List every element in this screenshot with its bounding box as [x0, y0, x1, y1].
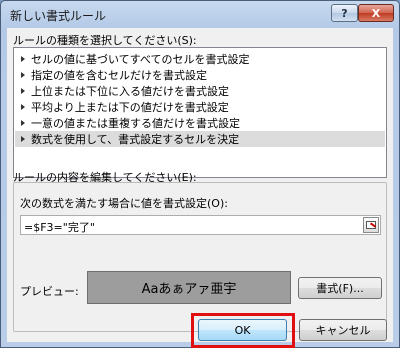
rule-type-item-unique-duplicate[interactable]: 一意の値または重複する値だけを書式設定: [15, 115, 385, 131]
list-item-label: 指定の値を含むセルだけを書式設定: [31, 69, 207, 82]
format-preview: Aaあぁアァ亜宇: [87, 271, 291, 304]
rule-type-label: ルールの種類を選択してください(S):: [13, 34, 197, 47]
rule-type-item-above-below-average[interactable]: 平均より上または下の値だけを書式設定: [15, 99, 385, 115]
rule-type-list[interactable]: セルの値に基づいてすべてのセルを書式設定 指定の値を含むセルだけを書式設定 上位…: [13, 47, 387, 178]
title-bar[interactable]: 新しい書式ルール ? X: [1, 1, 399, 27]
help-icon: ?: [341, 6, 348, 20]
bullet-icon: [21, 136, 25, 142]
rule-edit-group: 次の数式を満たす場合に値を書式設定(O): =$F3="完了" プレビュー: A…: [13, 182, 387, 332]
format-button[interactable]: 書式(F)...: [298, 277, 382, 299]
close-icon: X: [371, 6, 381, 20]
range-select-button[interactable]: [363, 217, 379, 233]
bullet-icon: [21, 72, 25, 78]
rule-type-item-top-bottom[interactable]: 上位または下位に入る値だけを書式設定: [15, 83, 385, 99]
bullet-icon: [21, 88, 25, 94]
ok-button[interactable]: OK: [198, 319, 287, 341]
list-item-label: 平均より上または下の値だけを書式設定: [31, 101, 229, 114]
rule-type-item-cell-value[interactable]: セルの値に基づいてすべてのセルを書式設定: [15, 51, 385, 67]
dialog-title: 新しい書式ルール: [10, 9, 107, 23]
formula-value: =$F3="完了": [24, 221, 95, 234]
rule-type-item-use-formula[interactable]: 数式を使用して、書式設定するセルを決定: [15, 131, 385, 147]
new-format-rule-dialog: 新しい書式ルール ? X ルールの種類を選択してください(S): セルの値に基づ…: [0, 0, 400, 348]
help-button[interactable]: ?: [331, 4, 358, 22]
preview-sample-text: Aaあぁアァ亜宇: [141, 282, 237, 297]
list-item-label: 数式を使用して、書式設定するセルを決定: [31, 133, 240, 146]
list-item-label: 上位または下位に入る値だけを書式設定: [31, 85, 229, 98]
list-item-label: 一意の値または重複する値だけを書式設定: [31, 117, 240, 130]
bullet-icon: [21, 56, 25, 62]
format-button-label: 書式(F)...: [316, 282, 364, 295]
cancel-button[interactable]: キャンセル: [299, 319, 387, 341]
formula-label: 次の数式を満たす場合に値を書式設定(O):: [20, 197, 228, 210]
dialog-body: ルールの種類を選択してください(S): セルの値に基づいてすべてのセルを書式設定…: [7, 28, 393, 348]
bullet-icon: [21, 104, 25, 110]
ok-button-label: OK: [234, 323, 251, 337]
bullet-icon: [21, 120, 25, 126]
list-item-label: セルの値に基づいてすべてのセルを書式設定: [31, 53, 250, 66]
cancel-button-label: キャンセル: [315, 324, 371, 337]
formula-input[interactable]: =$F3="完了": [20, 215, 381, 235]
rule-type-item-contains[interactable]: 指定の値を含むセルだけを書式設定: [15, 67, 385, 83]
close-button[interactable]: X: [358, 4, 394, 22]
preview-label: プレビュー:: [20, 285, 79, 298]
